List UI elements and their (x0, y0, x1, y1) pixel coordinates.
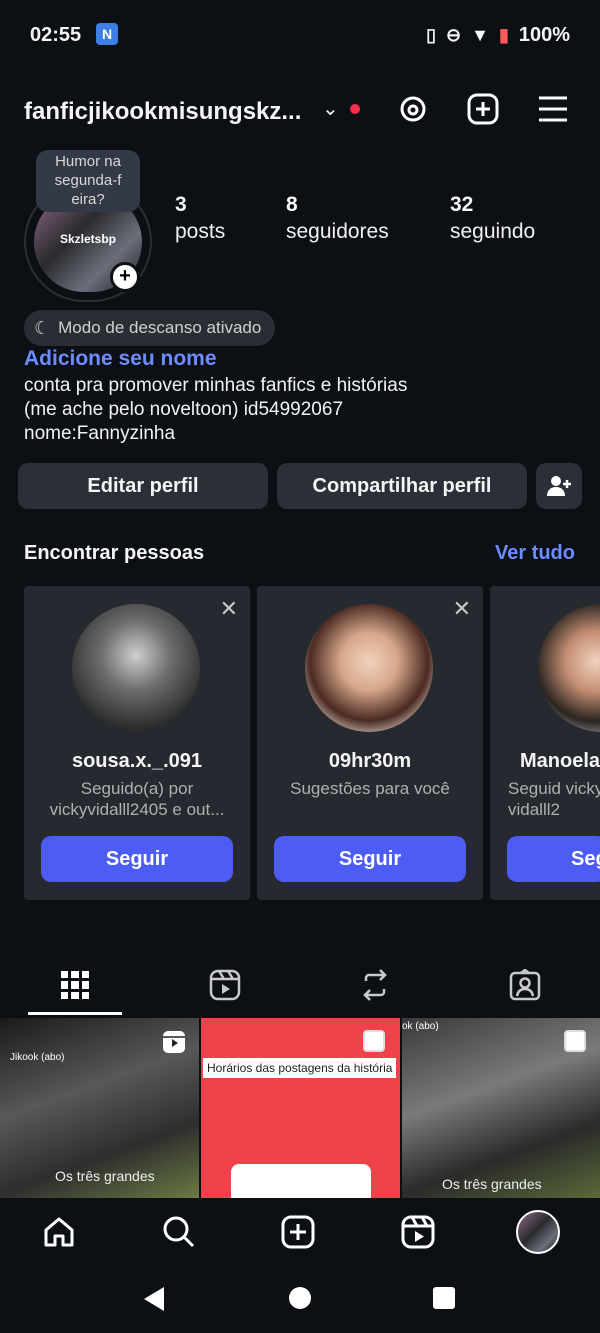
vibrate-icon: ▯ (426, 25, 437, 45)
recents-icon[interactable] (433, 1287, 455, 1309)
tab-reposts[interactable] (300, 956, 450, 1014)
wifi-icon: ▼ (471, 25, 489, 45)
reels-icon (209, 969, 241, 1001)
follow-button[interactable]: Seguir (274, 836, 466, 882)
moon-icon: ☾ (34, 317, 51, 338)
stat-value: 3 (175, 193, 187, 216)
post-caption-top: Horários das postagens da história (203, 1058, 397, 1078)
add-story-icon[interactable]: + (110, 262, 140, 292)
post-caption-top: ok (abo) (402, 1021, 439, 1032)
status-bar: 02:55 N ▯ ⊖ ▼ ▮ 100% (0, 0, 600, 70)
carousel-icon (363, 1030, 385, 1052)
status-indicators: ▯ ⊖ ▼ ▮ 100% (426, 24, 570, 47)
home-icon[interactable] (37, 1210, 81, 1254)
app-notification-icon: N (96, 23, 118, 45)
stat-followers[interactable]: 8 seguidores (286, 192, 389, 246)
suggestion-subtitle: Seguid vickyvidalll2 (508, 779, 600, 819)
close-icon[interactable]: ✕ (220, 596, 238, 622)
username-switcher[interactable]: fanficjikookmisungskz... (24, 98, 301, 126)
tab-grid[interactable] (0, 956, 150, 1014)
close-icon[interactable]: ✕ (453, 596, 471, 622)
profile-header: fanficjikookmisungskz... ⌄ (0, 80, 600, 140)
bio-line: (me ache pelo noveltoon) id54992067 (24, 399, 344, 420)
stat-value: 8 (286, 193, 298, 216)
stat-label: posts (175, 220, 226, 243)
tagged-icon (509, 969, 541, 1001)
suggestion-avatar[interactable] (72, 604, 200, 732)
grid-post[interactable]: Horários das postagens da história (201, 1018, 400, 1198)
post-preview-card (231, 1164, 371, 1198)
posts-grid: Jikook (abo) Os três grandes Horários da… (0, 1018, 600, 1198)
stat-label: seguindo (450, 220, 536, 243)
bio: conta pra promover minhas fanfics e hist… (24, 374, 407, 446)
suggestion-card[interactable]: ✕ sousa.x._.091 Seguido(a) por vickyvida… (24, 586, 250, 900)
avatar-caption: Skzletsbp (60, 232, 117, 246)
post-caption-bottom: Os três grandes (442, 1176, 542, 1192)
bottom-navigation (0, 1198, 600, 1266)
suggestion-username[interactable]: sousa.x._.091 (24, 750, 250, 773)
bio-line: conta pra promover minhas fanfics e hist… (24, 375, 408, 396)
chevron-down-icon[interactable]: ⌄ (322, 96, 339, 121)
share-profile-button[interactable]: Compartilhar perfil (277, 463, 527, 509)
grid-post[interactable]: ok (abo) Os três grandes (402, 1018, 600, 1198)
stat-label: seguidores (286, 220, 389, 243)
reels-nav-icon[interactable] (396, 1210, 440, 1254)
post-caption-bottom: Os três grandes (55, 1168, 155, 1184)
follow-button[interactable]: Seg (507, 836, 600, 882)
follow-button[interactable]: Seguir (41, 836, 233, 882)
notification-dot (350, 104, 360, 114)
suggestion-card[interactable]: ✕ 09hr30m Sugestões para você Seguir (257, 586, 483, 900)
bio-line: nome:Fannyzinha (24, 423, 176, 444)
suggestion-username[interactable]: Manoela (520, 750, 600, 773)
suggestion-avatar[interactable] (538, 604, 600, 732)
create-post-icon[interactable] (466, 92, 500, 126)
see-all-link[interactable]: Ver tudo (495, 542, 575, 565)
tab-tagged[interactable] (450, 956, 600, 1014)
grid-icon (61, 971, 89, 999)
back-icon[interactable] (142, 1286, 166, 1317)
repost-icon (363, 969, 387, 1001)
dnd-icon: ⊖ (446, 25, 462, 45)
carousel-icon (564, 1030, 586, 1052)
stat-value: 32 (450, 193, 474, 216)
rest-mode-badge[interactable]: ☾ Modo de descanso ativado (24, 310, 276, 346)
grid-post[interactable]: Jikook (abo) Os três grandes (0, 1018, 199, 1198)
home-button-icon[interactable] (289, 1287, 311, 1309)
suggestion-subtitle: Seguido(a) por vickyvidalll2405 e out... (49, 779, 225, 819)
post-caption-top: Jikook (abo) (10, 1052, 65, 1063)
battery-level: 100% (518, 24, 570, 46)
rest-mode-label: Modo de descanso ativado (58, 318, 262, 337)
profile-avatar-nav[interactable] (516, 1210, 560, 1254)
edit-profile-button[interactable]: Editar perfil (18, 463, 268, 509)
system-navigation (0, 1266, 600, 1333)
stat-following[interactable]: 32 seguindo (450, 192, 535, 246)
profile-tabs (0, 956, 600, 1016)
battery-icon: ▮ (498, 25, 509, 45)
active-tab-indicator (28, 1012, 122, 1015)
suggestion-username[interactable]: 09hr30m (257, 750, 483, 773)
suggestion-avatar[interactable] (305, 604, 433, 732)
create-icon[interactable] (276, 1210, 320, 1254)
add-name-link[interactable]: Adicione seu nome (24, 347, 217, 371)
threads-icon[interactable] (396, 92, 430, 126)
suggestion-subtitle: Sugestões para você (290, 779, 450, 798)
reels-icon (162, 1030, 186, 1059)
suggestions-title: Encontrar pessoas (24, 542, 205, 564)
add-person-icon[interactable] (536, 463, 582, 509)
search-icon[interactable] (157, 1210, 201, 1254)
menu-icon[interactable] (536, 92, 570, 126)
tab-reels[interactable] (150, 956, 300, 1014)
status-time: 02:55 (30, 24, 82, 46)
note-bubble[interactable]: Humor na segunda-f eira? (36, 150, 140, 212)
suggestion-card[interactable]: Manoela Seguid vickyvidalll2 Seg (490, 586, 600, 900)
stat-posts[interactable]: 3 posts (175, 192, 225, 246)
